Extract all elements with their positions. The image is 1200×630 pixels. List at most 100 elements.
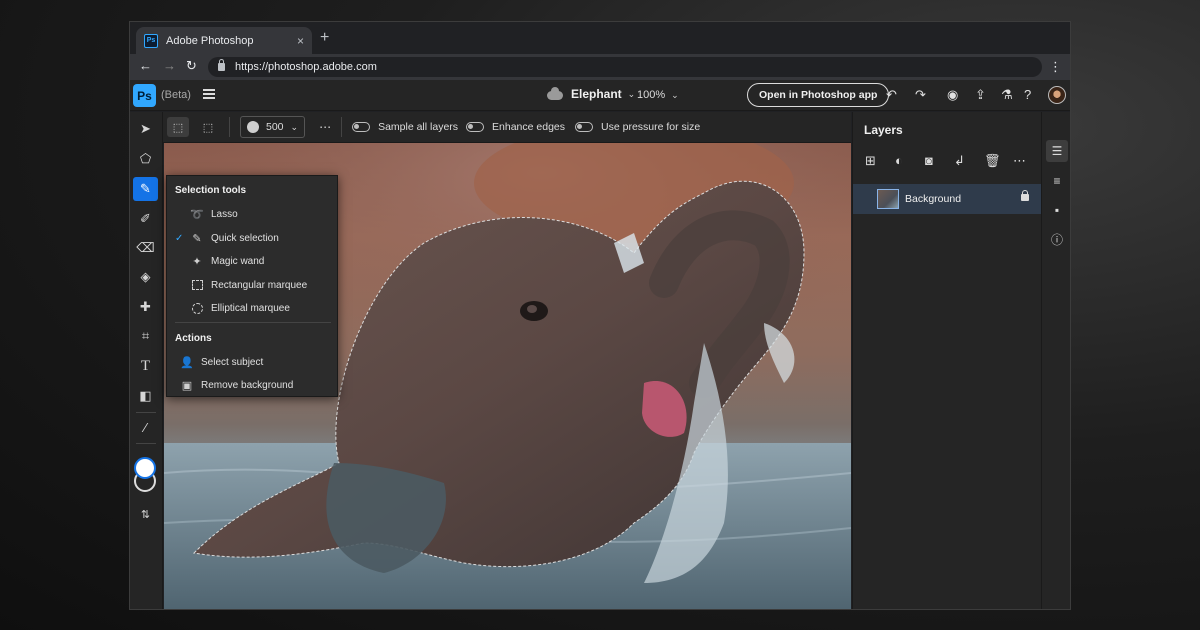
crop-tool[interactable]: ⌗ [133,324,158,348]
url-text: https://photoshop.adobe.com [235,61,377,73]
adjustment-layer-icon[interactable]: ◐ [895,153,903,169]
enhance-edges-label: Enhance edges [492,121,566,133]
transform-tool[interactable]: ⬠ [133,147,158,171]
enhance-edges-toggle[interactable] [466,122,485,132]
crop-icon: ⌗ [141,328,150,343]
rect-marquee-icon [189,278,205,292]
layer-name: Background [905,193,962,205]
swap-colors-button[interactable]: ⇅ [133,502,158,526]
paint-bucket-tool[interactable]: ◈ [133,265,158,289]
elliptical-marquee-item[interactable]: Elliptical marquee [167,297,337,319]
document-name-dropdown[interactable]: Elephant ⌄ [547,86,635,101]
remove-background-item[interactable]: ▣ Remove background [167,374,337,396]
lock-icon [218,59,225,71]
forward-icon[interactable]: → [163,58,176,74]
brush-size-dropdown[interactable]: 500 ⌄ [240,116,306,138]
bandage-icon: ✚ [140,299,151,314]
use-pressure-label: Use pressure for size [601,121,701,133]
layer-thumbnail [877,189,899,209]
chevron-down-icon: ⌄ [290,121,299,132]
rectangular-marquee-label: Rectangular marquee [211,279,308,291]
clipping-mask-icon[interactable]: ↲ [954,153,965,169]
rectangular-marquee-item[interactable]: Rectangular marquee [167,274,337,296]
undo-icon[interactable]: ↶ [886,86,897,104]
ellipse-marquee-icon [189,301,205,315]
new-tab-icon[interactable]: + [320,30,329,46]
zoom-dropdown[interactable]: 100% ⌄ [637,89,679,101]
export-icon[interactable]: ⇪ [975,86,986,104]
lock-icon[interactable] [1021,190,1029,201]
magic-wand-label: Magic wand [211,255,265,267]
selection-add-icon: ⬚ [172,121,184,134]
close-tab-icon[interactable]: × [297,34,304,48]
bucket-icon: ◈ [140,269,151,284]
use-pressure-toggle[interactable] [575,122,594,132]
browser-toolbar: ← → ↻ https://photoshop.adobe.com ⋮ [130,54,1070,80]
app-header: Ps (Beta) Elephant ⌄ 100% ⌄ Open in Phot… [130,80,1070,111]
magic-wand-icon: ✦ [192,255,202,268]
move-tool[interactable]: ➤ [133,117,158,141]
adjustments-icon[interactable]: ≡ [1046,170,1068,192]
options-bar: ⬚ ⬚ 500 ⌄ ⋯ Sample all layers Enhance ed… [163,112,851,143]
foreground-color-swatch[interactable] [134,457,156,479]
flask-icon[interactable]: ⚗ [1001,86,1013,104]
back-icon[interactable]: ← [139,58,152,74]
mask-icon[interactable]: ◙ [925,153,933,169]
swap-icon: ⇅ [140,508,151,521]
brush-selection-icon: ✎ [140,181,151,196]
open-in-photoshop-button[interactable]: Open in Photoshop app [747,83,890,107]
eraser-tool[interactable]: ⌫ [133,236,158,260]
select-subject-item[interactable]: 👤 Select subject [167,351,337,373]
help-icon[interactable]: ? [1024,86,1031,104]
remove-background-label: Remove background [201,379,294,391]
more-layer-options-icon[interactable]: ⋯ [1013,153,1026,169]
add-layer-icon[interactable]: ⊞ [865,153,876,169]
type-tool[interactable]: T [133,354,158,378]
subtract-selection-button[interactable]: ⬚ [197,117,219,137]
layers-panel-icon[interactable]: ☰ [1046,140,1068,162]
chevron-down-icon: ⌄ [671,89,679,100]
brush-size-value: 500 [266,121,284,133]
layer-row-background[interactable]: Background [853,184,1041,214]
zoom-level: 100% [637,89,666,101]
magic-wand-item[interactable]: ✦ Magic wand [167,250,337,272]
browser-menu-icon[interactable]: ⋮ [1049,59,1062,75]
hamburger-menu-icon[interactable] [203,89,215,99]
quick-selection-tool[interactable]: ✎ [133,177,158,201]
actions-heading: Actions [175,333,212,344]
person-icon: 👤 [180,356,194,369]
selection-tools-flyout: Selection tools ➰ Lasso ✓ ✎ Quick select… [166,175,338,397]
comments-icon[interactable]: ▪ [1046,199,1068,221]
layers-panel: Layers ⊞ ◐ ◙ ↲ 🗑 ⋯ Background [852,112,1042,609]
quick-selection-item[interactable]: ✓ ✎ Quick selection [167,227,337,249]
brush-tool[interactable]: ✐ [133,207,158,231]
transform-icon: ⬠ [139,151,152,166]
quick-selection-label: Quick selection [211,232,279,244]
eyedropper-icon: ⁄ [144,419,147,435]
new-selection-button[interactable]: ⬚ [167,117,189,137]
tools-divider [136,412,156,413]
tab-title: Adobe Photoshop [166,34,254,47]
lasso-item[interactable]: ➰ Lasso [167,203,337,225]
eyedropper-tool[interactable]: ⁄ [133,415,158,439]
more-options-icon[interactable]: ⋯ [319,120,331,134]
cloud-icon [547,86,563,100]
info-icon[interactable]: ⓘ [1046,228,1068,250]
shape-tool[interactable]: ◧ [133,384,158,408]
reload-icon[interactable]: ↻ [186,58,197,74]
healing-tool[interactable]: ✚ [133,295,158,319]
redo-icon[interactable]: ↷ [915,86,926,104]
address-bar[interactable]: https://photoshop.adobe.com [208,57,1042,77]
share-person-icon[interactable]: ◉ [947,86,958,104]
browser-tab[interactable]: Ps Adobe Photoshop × [136,27,312,54]
delete-layer-icon[interactable]: 🗑 [984,153,1001,169]
tab-strip: Ps Adobe Photoshop × + [130,22,1070,54]
avatar[interactable] [1048,86,1066,104]
eraser-icon: ⌫ [136,240,155,255]
sample-all-layers-toggle[interactable] [352,122,371,132]
elliptical-marquee-label: Elliptical marquee [211,302,290,314]
selection-subtract-icon: ⬚ [202,121,214,134]
photoshop-logo[interactable]: Ps [133,84,156,107]
brush-tip-icon [247,121,259,133]
options-divider [341,117,343,137]
